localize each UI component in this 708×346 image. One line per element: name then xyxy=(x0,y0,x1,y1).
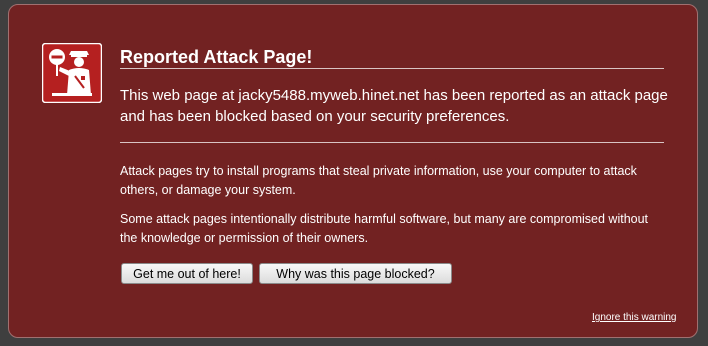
window-frame: Reported Attack Page! This web page at j… xyxy=(0,0,708,346)
message-divider xyxy=(120,142,664,143)
attack-warning-panel: Reported Attack Page! This web page at j… xyxy=(8,4,698,338)
why-blocked-button[interactable]: Why was this page blocked? xyxy=(259,263,452,284)
attack-info-paragraph: Attack pages try to install programs tha… xyxy=(120,164,637,197)
ignore-warning-link[interactable]: Ignore this warning xyxy=(592,312,677,323)
police-officer-stop-icon xyxy=(41,42,103,104)
page-title: Reported Attack Page! xyxy=(120,47,313,67)
title-divider xyxy=(120,68,664,69)
harmful-software-paragraph: Some attack pages intentionally distribu… xyxy=(120,212,649,245)
blocked-page-message: This web page at jacky5488.myweb.hinet.n… xyxy=(120,87,668,125)
get-me-out-button[interactable]: Get me out of here! xyxy=(121,263,253,284)
